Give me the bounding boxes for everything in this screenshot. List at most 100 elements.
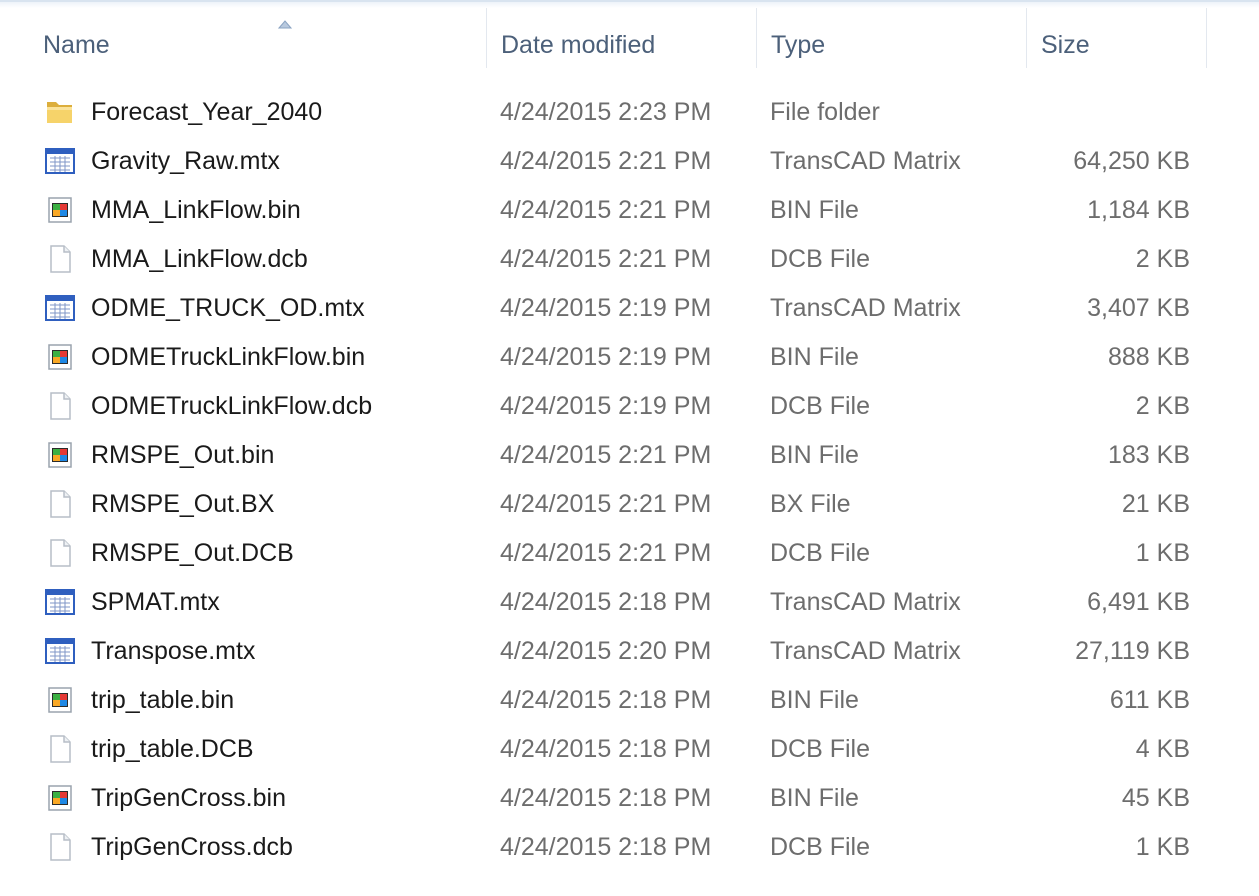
file-type: DCB File	[770, 735, 871, 763]
file-size: 21 KB	[1121, 490, 1190, 518]
file-row[interactable]: SPMAT.mtx 4/24/2015 2:18 PM TransCAD Mat…	[0, 578, 1230, 626]
file-name: Gravity_Raw.mtx	[91, 147, 280, 175]
file-row[interactable]: RMSPE_Out.DCB 4/24/2015 2:21 PM DCB File…	[0, 529, 1230, 577]
file-row[interactable]: Transpose.mtx 4/24/2015 2:20 PM TransCAD…	[0, 627, 1230, 675]
file-size: 1 KB	[1135, 833, 1190, 861]
file-row[interactable]: TripGenCross.dcb 4/24/2015 2:18 PM DCB F…	[0, 823, 1230, 871]
file-date-modified: 4/24/2015 2:21 PM	[500, 441, 712, 469]
file-size	[1000, 88, 1190, 136]
column-header-type-label: Type	[771, 31, 826, 59]
file-date-modified: 4/24/2015 2:21 PM	[500, 196, 712, 224]
file-date-modified: 4/24/2015 2:20 PM	[500, 637, 712, 665]
file-size: 4 KB	[1135, 735, 1190, 763]
column-header-name-label: Name	[43, 31, 110, 59]
file-name: ODMETruckLinkFlow.dcb	[91, 392, 373, 420]
file-size: 64,250 KB	[1073, 147, 1190, 175]
file-name: TripGenCross.dcb	[91, 833, 293, 861]
file-row[interactable]: MMA_LinkFlow.bin 4/24/2015 2:21 PM BIN F…	[0, 186, 1230, 234]
file-size: 1 KB	[1135, 539, 1190, 567]
file-row[interactable]: MMA_LinkFlow.dcb 4/24/2015 2:21 PM DCB F…	[0, 235, 1230, 283]
file-row[interactable]: trip_table.DCB 4/24/2015 2:18 PM DCB Fil…	[0, 725, 1230, 773]
file-type: BIN File	[770, 343, 859, 371]
file-size: 27,119 KB	[1075, 637, 1190, 665]
blank-file-icon	[50, 735, 71, 763]
file-type: BX File	[770, 490, 851, 518]
file-type: BIN File	[770, 196, 859, 224]
file-name: trip_table.DCB	[91, 735, 254, 763]
file-date-modified: 4/24/2015 2:18 PM	[500, 784, 712, 812]
file-type: BIN File	[770, 441, 859, 469]
file-row[interactable]: RMSPE_Out.bin 4/24/2015 2:21 PM BIN File…	[0, 431, 1230, 479]
sort-ascending-icon	[278, 20, 292, 29]
file-name: RMSPE_Out.BX	[91, 490, 275, 518]
column-header-size[interactable]: Size	[1027, 8, 1207, 68]
matrix-file-icon	[45, 295, 75, 321]
folder-icon	[47, 102, 72, 123]
file-name: Transpose.mtx	[91, 637, 256, 665]
file-row[interactable]: ODMETruckLinkFlow.bin 4/24/2015 2:19 PM …	[0, 333, 1230, 381]
column-header-size-label: Size	[1041, 31, 1090, 59]
file-size: 183 KB	[1107, 441, 1190, 469]
file-type: DCB File	[770, 245, 871, 273]
file-name: Forecast_Year_2040	[91, 98, 323, 126]
column-header-type[interactable]: Type	[757, 8, 1027, 68]
file-date-modified: 4/24/2015 2:21 PM	[500, 147, 712, 175]
file-date-modified: 4/24/2015 2:23 PM	[500, 98, 712, 126]
file-type: BIN File	[770, 686, 859, 714]
file-size: 2 KB	[1135, 392, 1190, 420]
file-name: SPMAT.mtx	[91, 588, 220, 616]
file-name: trip_table.bin	[91, 686, 235, 714]
file-row[interactable]: trip_table.bin 4/24/2015 2:18 PM BIN Fil…	[0, 676, 1230, 724]
bin-file-icon	[48, 344, 72, 370]
file-date-modified: 4/24/2015 2:19 PM	[500, 343, 712, 371]
file-name: MMA_LinkFlow.bin	[91, 196, 301, 224]
column-header-date-modified[interactable]: Date modified	[487, 8, 757, 68]
file-date-modified: 4/24/2015 2:21 PM	[500, 245, 712, 273]
file-row[interactable]: RMSPE_Out.BX 4/24/2015 2:21 PM BX File 2…	[0, 480, 1230, 528]
file-name: MMA_LinkFlow.dcb	[91, 245, 308, 273]
bin-file-icon	[48, 687, 72, 713]
file-type: BIN File	[770, 784, 859, 812]
file-size: 1,184 KB	[1087, 196, 1190, 224]
file-type: DCB File	[770, 539, 871, 567]
file-name: ODMETruckLinkFlow.bin	[91, 343, 366, 371]
column-header-name[interactable]: Name	[29, 8, 487, 68]
column-header-date-label: Date modified	[501, 31, 656, 59]
matrix-file-icon	[45, 589, 75, 615]
blank-file-icon	[50, 539, 71, 567]
file-row[interactable]: ODME_TRUCK_OD.mtx 4/24/2015 2:19 PM Tran…	[0, 284, 1230, 332]
file-row[interactable]: ODMETruckLinkFlow.dcb 4/24/2015 2:19 PM …	[0, 382, 1230, 430]
blank-file-icon	[50, 490, 71, 518]
matrix-file-icon	[45, 148, 75, 174]
file-size: 6,491 KB	[1087, 588, 1190, 616]
file-type: TransCAD Matrix	[770, 637, 961, 665]
file-type: TransCAD Matrix	[770, 588, 961, 616]
file-name: RMSPE_Out.DCB	[91, 539, 294, 567]
file-date-modified: 4/24/2015 2:19 PM	[500, 294, 712, 322]
file-row[interactable]: Forecast_Year_2040 4/24/2015 2:23 PM Fil…	[0, 88, 1230, 136]
column-header-top-border	[0, 0, 1259, 8]
file-name: TripGenCross.bin	[91, 784, 286, 812]
blank-file-icon	[50, 245, 71, 273]
file-size: 3,407 KB	[1087, 294, 1190, 322]
file-date-modified: 4/24/2015 2:18 PM	[500, 833, 712, 861]
file-type: TransCAD Matrix	[770, 147, 961, 175]
file-type: DCB File	[770, 392, 871, 420]
blank-file-icon	[50, 833, 71, 861]
file-row[interactable]: Gravity_Raw.mtx 4/24/2015 2:21 PM TransC…	[0, 137, 1230, 185]
matrix-file-icon	[45, 638, 75, 664]
file-name: ODME_TRUCK_OD.mtx	[91, 294, 365, 322]
file-date-modified: 4/24/2015 2:19 PM	[500, 392, 712, 420]
file-date-modified: 4/24/2015 2:18 PM	[500, 588, 712, 616]
file-type: File folder	[770, 98, 880, 126]
blank-file-icon	[50, 392, 71, 420]
file-date-modified: 4/24/2015 2:21 PM	[500, 539, 712, 567]
file-date-modified: 4/24/2015 2:18 PM	[500, 686, 712, 714]
file-name: RMSPE_Out.bin	[91, 441, 275, 469]
bin-file-icon	[48, 197, 72, 223]
file-size: 2 KB	[1135, 245, 1190, 273]
file-type: TransCAD Matrix	[770, 294, 961, 322]
file-size: 611 KB	[1109, 686, 1190, 714]
file-row[interactable]: TripGenCross.bin 4/24/2015 2:18 PM BIN F…	[0, 774, 1230, 822]
column-header-bar: Name Date modified Type Size	[0, 8, 1259, 80]
